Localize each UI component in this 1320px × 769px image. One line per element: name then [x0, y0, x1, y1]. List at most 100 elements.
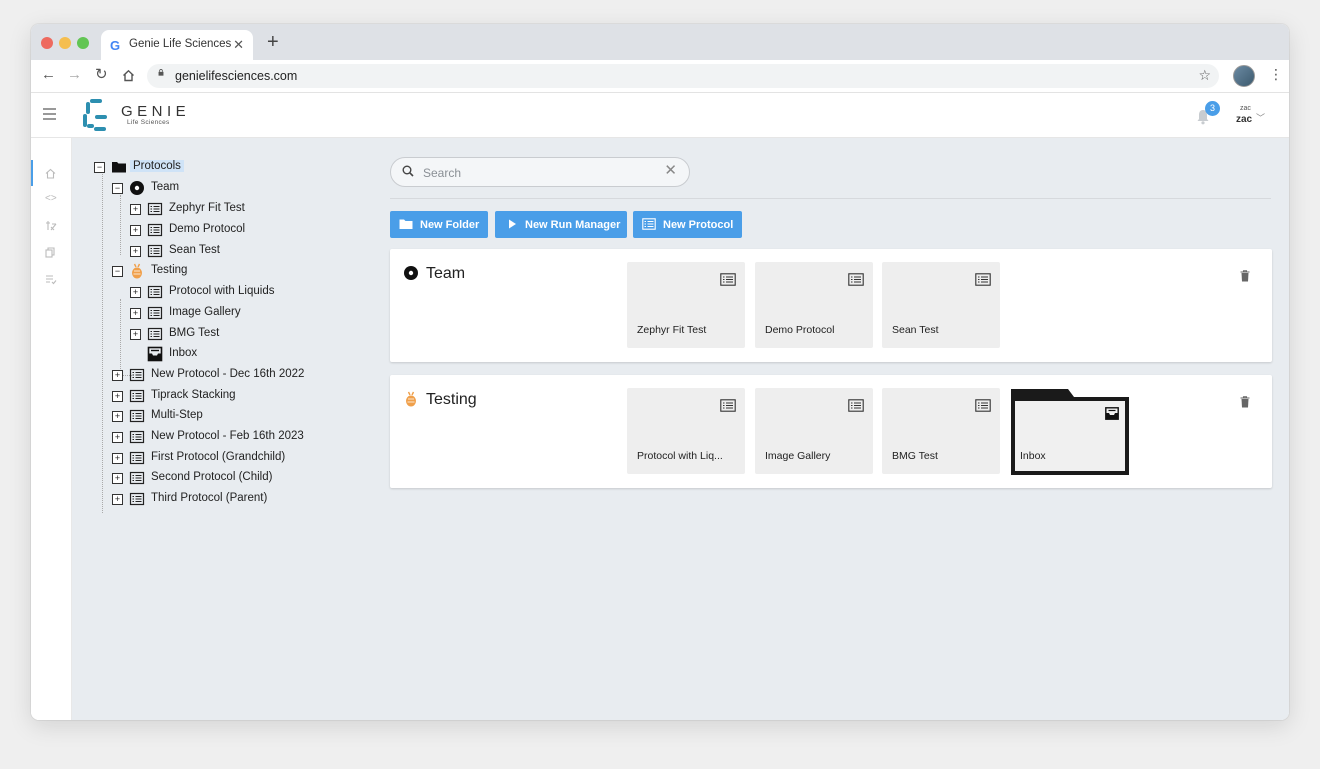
home-rail-icon[interactable]	[45, 168, 56, 179]
user-org-label: zac	[1240, 105, 1251, 112]
close-window-button[interactable]	[41, 37, 53, 49]
hamburger-menu-icon[interactable]	[43, 108, 56, 123]
brand-name: GENIE	[121, 103, 191, 120]
divider	[390, 198, 1271, 199]
protocol-icon	[848, 273, 864, 286]
brand-subtitle: Life Sciences	[127, 119, 170, 126]
pages-rail-icon[interactable]	[45, 247, 56, 258]
protocol-icon	[147, 285, 163, 299]
protocol-card[interactable]: Zephyr Fit Test	[627, 262, 745, 348]
protocol-icon	[147, 244, 163, 258]
protocol-card[interactable]: BMG Test	[882, 388, 1000, 474]
protocol-icon	[129, 492, 145, 506]
protocol-icon	[147, 223, 163, 237]
collapse-toggle[interactable]: −	[112, 266, 123, 277]
bookmark-star-icon[interactable]: ☆	[1198, 67, 1211, 84]
reload-icon[interactable]: ↻	[95, 66, 108, 84]
flask-rail-icon[interactable]	[45, 220, 57, 231]
back-arrow-icon[interactable]: ←	[41, 66, 56, 84]
inbox-icon	[147, 346, 163, 362]
browser-tab[interactable]: G Genie Life Sciences ✕	[101, 30, 253, 60]
google-favicon-icon: G	[110, 38, 121, 53]
team-section: Team Zephyr Fit Test Demo Protocol Sean …	[390, 249, 1272, 362]
clear-search-icon[interactable]: ✕	[664, 163, 677, 179]
browser-toolbar: ← → ↻ genielifesciences.com ☆ ⋮	[31, 60, 1289, 93]
trash-icon[interactable]	[1240, 270, 1250, 282]
inbox-icon	[1105, 407, 1119, 420]
checklist-rail-icon[interactable]	[45, 274, 57, 285]
expand-toggle[interactable]: +	[112, 391, 123, 402]
protocol-card[interactable]: Image Gallery	[755, 388, 873, 474]
expand-toggle[interactable]: +	[112, 432, 123, 443]
expand-toggle[interactable]: +	[112, 370, 123, 381]
section-title: Team	[426, 265, 466, 282]
main-area: − Protocols − Team + Zephyr Fit Test + D…	[72, 138, 1289, 720]
forward-arrow-icon[interactable]: →	[67, 66, 82, 84]
folder-icon	[399, 219, 413, 229]
protocol-card[interactable]: Demo Protocol	[755, 262, 873, 348]
protocol-icon	[147, 306, 163, 320]
maximize-window-button[interactable]	[77, 37, 89, 49]
pineapple-icon	[406, 391, 416, 407]
browser-window: G Genie Life Sciences ✕ + ← → ↻ genielif…	[31, 24, 1289, 720]
protocol-icon	[975, 273, 991, 286]
folder-icon	[112, 162, 126, 173]
trash-icon[interactable]	[1240, 396, 1250, 408]
expand-toggle[interactable]: +	[112, 473, 123, 484]
protocol-icon	[129, 409, 145, 423]
minimize-window-button[interactable]	[59, 37, 71, 49]
folder-shape-icon	[1011, 389, 1129, 475]
address-bar[interactable]: genielifesciences.com ☆	[147, 64, 1219, 88]
expand-toggle[interactable]: +	[130, 329, 141, 340]
home-icon[interactable]	[122, 69, 135, 82]
expand-toggle[interactable]: +	[130, 308, 141, 319]
protocol-icon	[129, 389, 145, 403]
protocol-icon	[720, 273, 736, 286]
protocol-icon	[848, 399, 864, 412]
new-run-manager-button[interactable]: New Run Manager	[495, 211, 627, 238]
collapse-toggle[interactable]: −	[112, 183, 123, 194]
tab-close-icon[interactable]: ✕	[233, 37, 244, 53]
url-text: genielifesciences.com	[175, 69, 298, 83]
genie-logo-icon	[83, 99, 107, 131]
testing-section: Testing Protocol with Liq... Image Galle…	[390, 375, 1272, 488]
protocol-icon	[129, 368, 145, 382]
side-rail: <>	[31, 138, 72, 720]
protocol-icon	[129, 471, 145, 485]
collapse-toggle[interactable]: −	[94, 162, 105, 173]
profile-avatar[interactable]	[1233, 65, 1255, 87]
protocol-icon	[642, 218, 656, 230]
lock-icon	[158, 69, 164, 76]
expand-toggle[interactable]: +	[112, 411, 123, 422]
protocol-card[interactable]: Protocol with Liq...	[627, 388, 745, 474]
section-title: Testing	[426, 391, 477, 408]
tab-strip: G Genie Life Sciences ✕ +	[31, 24, 1289, 60]
inbox-folder-card[interactable]: Inbox	[1010, 388, 1130, 476]
browser-menu-icon[interactable]: ⋮	[1269, 66, 1283, 83]
protocol-icon	[720, 399, 736, 412]
search-input[interactable]	[421, 163, 655, 183]
active-rail-indicator	[31, 160, 33, 186]
expand-toggle[interactable]: +	[112, 453, 123, 464]
protocol-icon	[147, 202, 163, 216]
expand-toggle[interactable]: +	[130, 246, 141, 257]
new-protocol-button[interactable]: New Protocol	[633, 211, 742, 238]
code-rail-icon[interactable]: <>	[45, 193, 57, 204]
user-menu[interactable]: zac	[1236, 114, 1252, 125]
target-icon	[404, 266, 418, 280]
new-tab-button[interactable]: +	[267, 32, 279, 52]
protocol-icon	[147, 327, 163, 341]
app-header: GENIE Life Sciences 3 zac zac ﹀	[31, 93, 1289, 138]
protocol-icon	[975, 399, 991, 412]
expand-toggle[interactable]: +	[130, 204, 141, 215]
chevron-down-icon[interactable]: ﹀	[1256, 111, 1265, 124]
expand-toggle[interactable]: +	[112, 494, 123, 505]
new-folder-button[interactable]: New Folder	[390, 211, 488, 238]
expand-toggle[interactable]: +	[130, 225, 141, 236]
protocol-icon	[129, 430, 145, 444]
search-icon	[402, 165, 414, 177]
notification-count-badge: 3	[1205, 101, 1220, 116]
protocol-card[interactable]: Sean Test	[882, 262, 1000, 348]
target-icon	[130, 181, 144, 195]
expand-toggle[interactable]: +	[130, 287, 141, 298]
